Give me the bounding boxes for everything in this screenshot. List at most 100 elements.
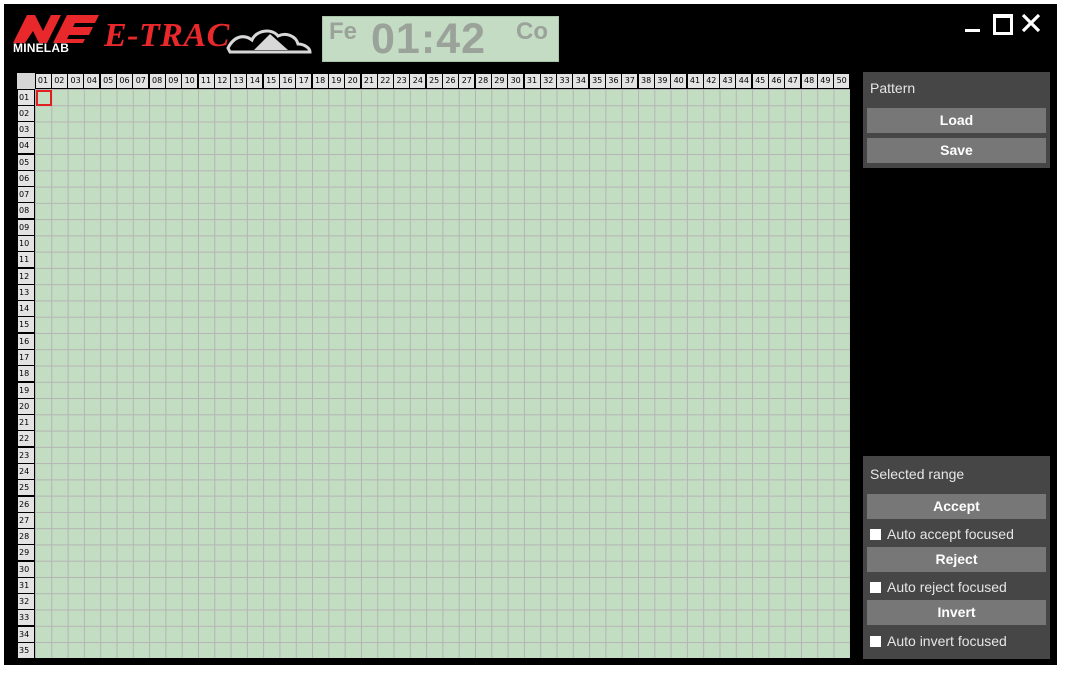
column-header[interactable]: 43 bbox=[720, 74, 736, 88]
column-header[interactable]: 22 bbox=[377, 74, 393, 88]
column-header[interactable]: 13 bbox=[231, 74, 247, 88]
column-header[interactable]: 37 bbox=[622, 74, 638, 88]
close-icon[interactable] bbox=[1020, 12, 1042, 34]
auto-reject-checkbox[interactable] bbox=[870, 581, 881, 593]
column-header[interactable]: 16 bbox=[280, 74, 295, 88]
row-header[interactable]: 26 bbox=[18, 496, 34, 512]
column-header[interactable]: 47 bbox=[785, 74, 801, 88]
minimize-icon[interactable] bbox=[964, 12, 982, 34]
row-header[interactable]: 28 bbox=[18, 529, 34, 545]
save-button[interactable]: Save bbox=[867, 138, 1046, 163]
column-header[interactable]: 18 bbox=[312, 74, 328, 88]
column-header[interactable]: 49 bbox=[817, 74, 833, 88]
accept-button[interactable]: Accept bbox=[867, 494, 1046, 519]
column-header[interactable]: 33 bbox=[557, 74, 573, 88]
row-header[interactable]: 35 bbox=[18, 643, 34, 659]
row-header[interactable]: 32 bbox=[18, 594, 34, 610]
column-header[interactable]: 01 bbox=[35, 74, 51, 88]
row-header[interactable]: 23 bbox=[18, 447, 34, 463]
column-header[interactable]: 48 bbox=[801, 74, 817, 88]
row-header[interactable]: 07 bbox=[18, 187, 34, 203]
invert-button[interactable]: Invert bbox=[867, 600, 1046, 625]
column-header[interactable]: 31 bbox=[524, 74, 540, 88]
column-header[interactable]: 42 bbox=[703, 74, 719, 88]
row-header[interactable]: 12 bbox=[18, 268, 34, 284]
row-header[interactable]: 06 bbox=[18, 170, 34, 186]
column-header[interactable]: 02 bbox=[51, 74, 67, 88]
column-header[interactable]: 30 bbox=[508, 74, 524, 88]
row-header[interactable]: 30 bbox=[18, 561, 34, 577]
row-header[interactable]: 15 bbox=[18, 317, 34, 333]
column-header[interactable]: 03 bbox=[68, 74, 84, 88]
column-header[interactable]: 38 bbox=[638, 74, 654, 88]
column-header[interactable]: 29 bbox=[491, 74, 507, 88]
row-header[interactable]: 03 bbox=[18, 122, 34, 138]
maximize-icon[interactable] bbox=[993, 14, 1013, 35]
column-header[interactable]: 32 bbox=[540, 74, 556, 88]
column-header[interactable]: 11 bbox=[198, 74, 214, 88]
row-header[interactable]: 02 bbox=[18, 105, 34, 121]
row-header[interactable]: 14 bbox=[18, 301, 34, 317]
row-header[interactable]: 01 bbox=[18, 89, 34, 105]
row-header[interactable]: 09 bbox=[18, 219, 34, 235]
column-header[interactable]: 08 bbox=[149, 74, 165, 88]
row-header[interactable]: 17 bbox=[18, 349, 34, 365]
column-header[interactable]: 14 bbox=[247, 74, 263, 88]
column-header[interactable]: 44 bbox=[736, 74, 752, 88]
row-header[interactable]: 08 bbox=[18, 203, 34, 219]
row-header[interactable]: 33 bbox=[18, 610, 34, 626]
row-header[interactable]: 24 bbox=[18, 463, 34, 479]
column-header[interactable]: 39 bbox=[654, 74, 670, 88]
column-header[interactable]: 24 bbox=[410, 74, 426, 88]
auto-invert-option[interactable]: Auto invert focused bbox=[870, 632, 1007, 650]
column-header[interactable]: 27 bbox=[459, 74, 475, 88]
column-header[interactable]: 46 bbox=[769, 74, 784, 88]
row-header[interactable]: 22 bbox=[18, 431, 34, 447]
column-header[interactable]: 34 bbox=[573, 74, 589, 88]
column-header[interactable]: 09 bbox=[165, 74, 181, 88]
load-button[interactable]: Load bbox=[867, 108, 1046, 133]
grid-cells[interactable] bbox=[35, 89, 850, 658]
column-header[interactable]: 25 bbox=[426, 74, 442, 88]
reject-button[interactable]: Reject bbox=[867, 547, 1046, 572]
row-header[interactable]: 27 bbox=[18, 512, 34, 528]
column-header[interactable]: 17 bbox=[296, 74, 312, 88]
auto-accept-option[interactable]: Auto accept focused bbox=[870, 525, 1014, 543]
auto-reject-option[interactable]: Auto reject focused bbox=[870, 578, 1007, 596]
column-header[interactable]: 26 bbox=[443, 74, 458, 88]
column-header[interactable]: 28 bbox=[475, 74, 491, 88]
row-header[interactable]: 31 bbox=[18, 577, 34, 593]
column-header[interactable]: 41 bbox=[687, 74, 703, 88]
column-header[interactable]: 04 bbox=[84, 74, 100, 88]
row-header[interactable]: 11 bbox=[18, 252, 34, 268]
row-header[interactable]: 05 bbox=[18, 154, 34, 170]
column-header[interactable]: 21 bbox=[361, 74, 377, 88]
row-header[interactable]: 34 bbox=[18, 626, 34, 642]
column-header[interactable]: 19 bbox=[328, 74, 344, 88]
column-header[interactable]: 50 bbox=[834, 74, 850, 88]
column-header[interactable]: 15 bbox=[263, 74, 279, 88]
row-header[interactable]: 21 bbox=[18, 415, 34, 431]
column-header[interactable]: 06 bbox=[117, 74, 132, 88]
row-header[interactable]: 20 bbox=[18, 398, 34, 414]
column-header[interactable]: 07 bbox=[133, 74, 149, 88]
row-header[interactable]: 18 bbox=[18, 366, 34, 382]
auto-invert-checkbox[interactable] bbox=[870, 635, 881, 647]
row-header[interactable]: 29 bbox=[18, 545, 34, 561]
row-header[interactable]: 04 bbox=[18, 138, 34, 154]
row-header[interactable]: 10 bbox=[18, 236, 34, 252]
column-header[interactable]: 10 bbox=[182, 74, 198, 88]
row-header[interactable]: 25 bbox=[18, 480, 34, 496]
column-header[interactable]: 36 bbox=[606, 74, 621, 88]
column-header[interactable]: 23 bbox=[394, 74, 410, 88]
column-header[interactable]: 05 bbox=[100, 74, 116, 88]
row-header[interactable]: 16 bbox=[18, 333, 34, 349]
column-header[interactable]: 45 bbox=[752, 74, 768, 88]
column-header[interactable]: 35 bbox=[589, 74, 605, 88]
column-header[interactable]: 40 bbox=[671, 74, 687, 88]
column-header[interactable]: 12 bbox=[214, 74, 230, 88]
auto-accept-checkbox[interactable] bbox=[870, 528, 881, 540]
column-header[interactable]: 20 bbox=[345, 74, 361, 88]
row-header[interactable]: 19 bbox=[18, 382, 34, 398]
focused-cell[interactable] bbox=[36, 90, 52, 106]
